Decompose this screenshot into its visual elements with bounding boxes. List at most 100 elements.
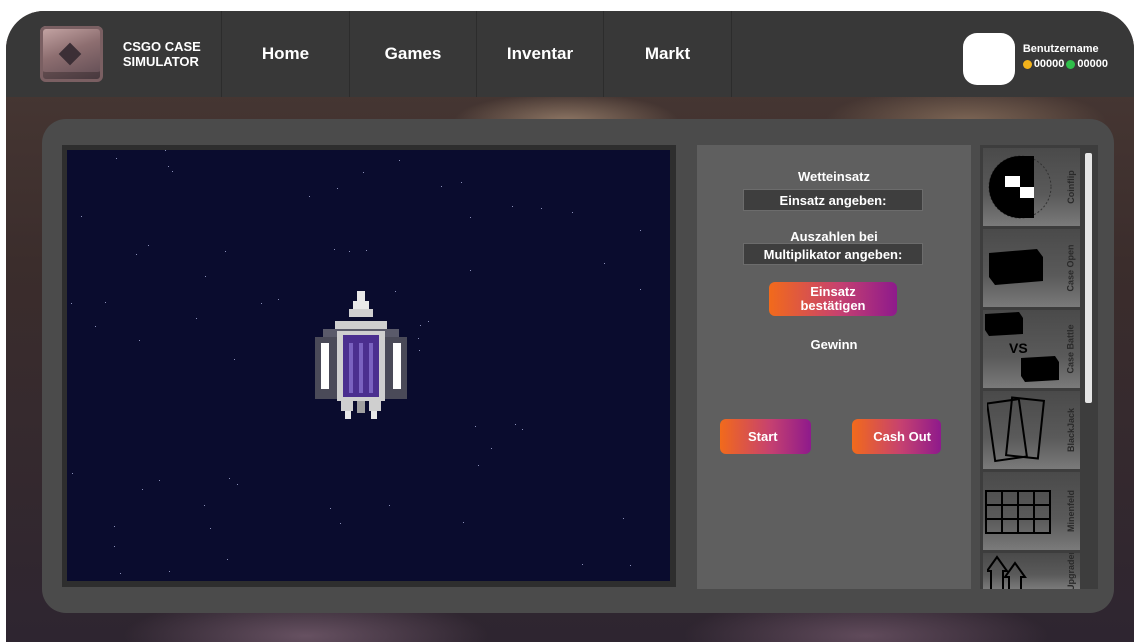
star [205,276,206,277]
star [229,478,230,479]
game-tile-minefield[interactable]: Minenfeld [983,472,1080,550]
star [330,508,331,509]
star [227,559,228,560]
star [463,522,464,523]
gem-icon [1066,59,1076,69]
balances: 00000 00000 [1022,58,1108,70]
case-icon [989,249,1043,285]
tile-label: Upgrader [1066,553,1077,589]
nav-home[interactable]: Home [222,11,350,97]
top-navbar: CSGO CASE SIMULATOR Home Games Inventar … [6,11,1134,97]
star [572,212,573,213]
game-tile-case-open[interactable]: Case Open [983,229,1080,307]
brand[interactable]: CSGO CASE SIMULATOR [6,11,222,97]
star [120,573,121,574]
star [116,158,117,159]
star [441,186,442,187]
star [470,217,471,218]
star [169,571,170,572]
grid-icon [985,490,1051,534]
star [165,150,166,151]
star [582,564,583,565]
brand-title: CSGO CASE SIMULATOR [122,39,201,69]
start-button[interactable]: Start [720,419,811,454]
star [148,245,149,246]
star [512,206,513,207]
game-sidebar: Coinflip Case Open VS Case Battle BlackJ… [980,145,1098,589]
bet-input[interactable]: Einsatz angeben: [743,189,923,211]
star [630,565,631,566]
star [71,303,72,304]
nav-inventory[interactable]: Inventar [477,11,604,97]
star [349,251,350,252]
cashout-at-title: Auszahlen bei [790,229,878,244]
star [399,160,400,161]
sidebar-scrollbar[interactable] [1084,148,1093,586]
game-tile-coinflip[interactable]: Coinflip [983,148,1080,226]
star [418,338,419,339]
star [340,523,341,524]
tile-label: BlackJack [1066,407,1077,453]
star [640,289,641,290]
star [419,350,420,351]
avatar[interactable] [962,33,1015,85]
username: Benutzername [1022,43,1099,55]
star [139,340,140,341]
star [541,208,542,209]
star [237,484,238,485]
star [309,196,310,197]
star [428,321,429,322]
tile-label: Case Battle [1066,324,1076,374]
star [640,230,641,231]
tile-label: Coinflip [1066,170,1076,204]
win-label: Gewinn [810,337,858,352]
game-canvas[interactable] [67,150,670,581]
case-logo-icon [40,26,103,82]
star [204,505,205,506]
game-tile-case-battle[interactable]: VS Case Battle [983,310,1080,388]
versus-label: VS [1009,340,1028,356]
star [142,489,143,490]
star [515,424,516,425]
multiplier-input[interactable]: Multiplikator angeben: [743,243,923,265]
star [196,318,197,319]
star [478,465,479,466]
star [604,263,605,264]
control-panel: Wetteinsatz Einsatz angeben: Auszahlen b… [697,145,971,589]
star [261,303,262,304]
coin-balance: 00000 [1033,58,1065,70]
star [278,299,279,300]
star [105,302,106,303]
scrollbar-thumb[interactable] [1085,153,1092,403]
nav-games[interactable]: Games [350,11,477,97]
star [461,182,462,183]
star [225,251,226,252]
cards-icon [987,396,1046,463]
star [470,270,471,271]
confirm-bet-button[interactable]: Einsatz bestätigen [769,282,897,316]
game-tile-blackjack[interactable]: BlackJack [983,391,1080,469]
star [623,518,624,519]
star [337,188,338,189]
app-window: CSGO CASE SIMULATOR Home Games Inventar … [6,11,1134,642]
star [72,473,73,474]
user-info: Benutzername 00000 00000 [1022,43,1108,70]
star [114,546,115,547]
main-panel: Wetteinsatz Einsatz angeben: Auszahlen b… [42,119,1114,613]
star [95,326,96,327]
star [334,249,335,250]
nav-market[interactable]: Markt [604,11,732,97]
game-tile-upgrader[interactable]: Upgrader [983,553,1080,589]
star [366,250,367,251]
coin-icon [1022,59,1032,69]
star [522,429,523,430]
star [136,254,137,255]
star [210,528,211,529]
star [234,359,235,360]
cashout-button[interactable]: Cash Out [852,419,941,454]
star [420,325,421,326]
star [389,505,390,506]
tile-label: Case Open [1066,244,1076,292]
star [114,526,115,527]
star [363,172,364,173]
